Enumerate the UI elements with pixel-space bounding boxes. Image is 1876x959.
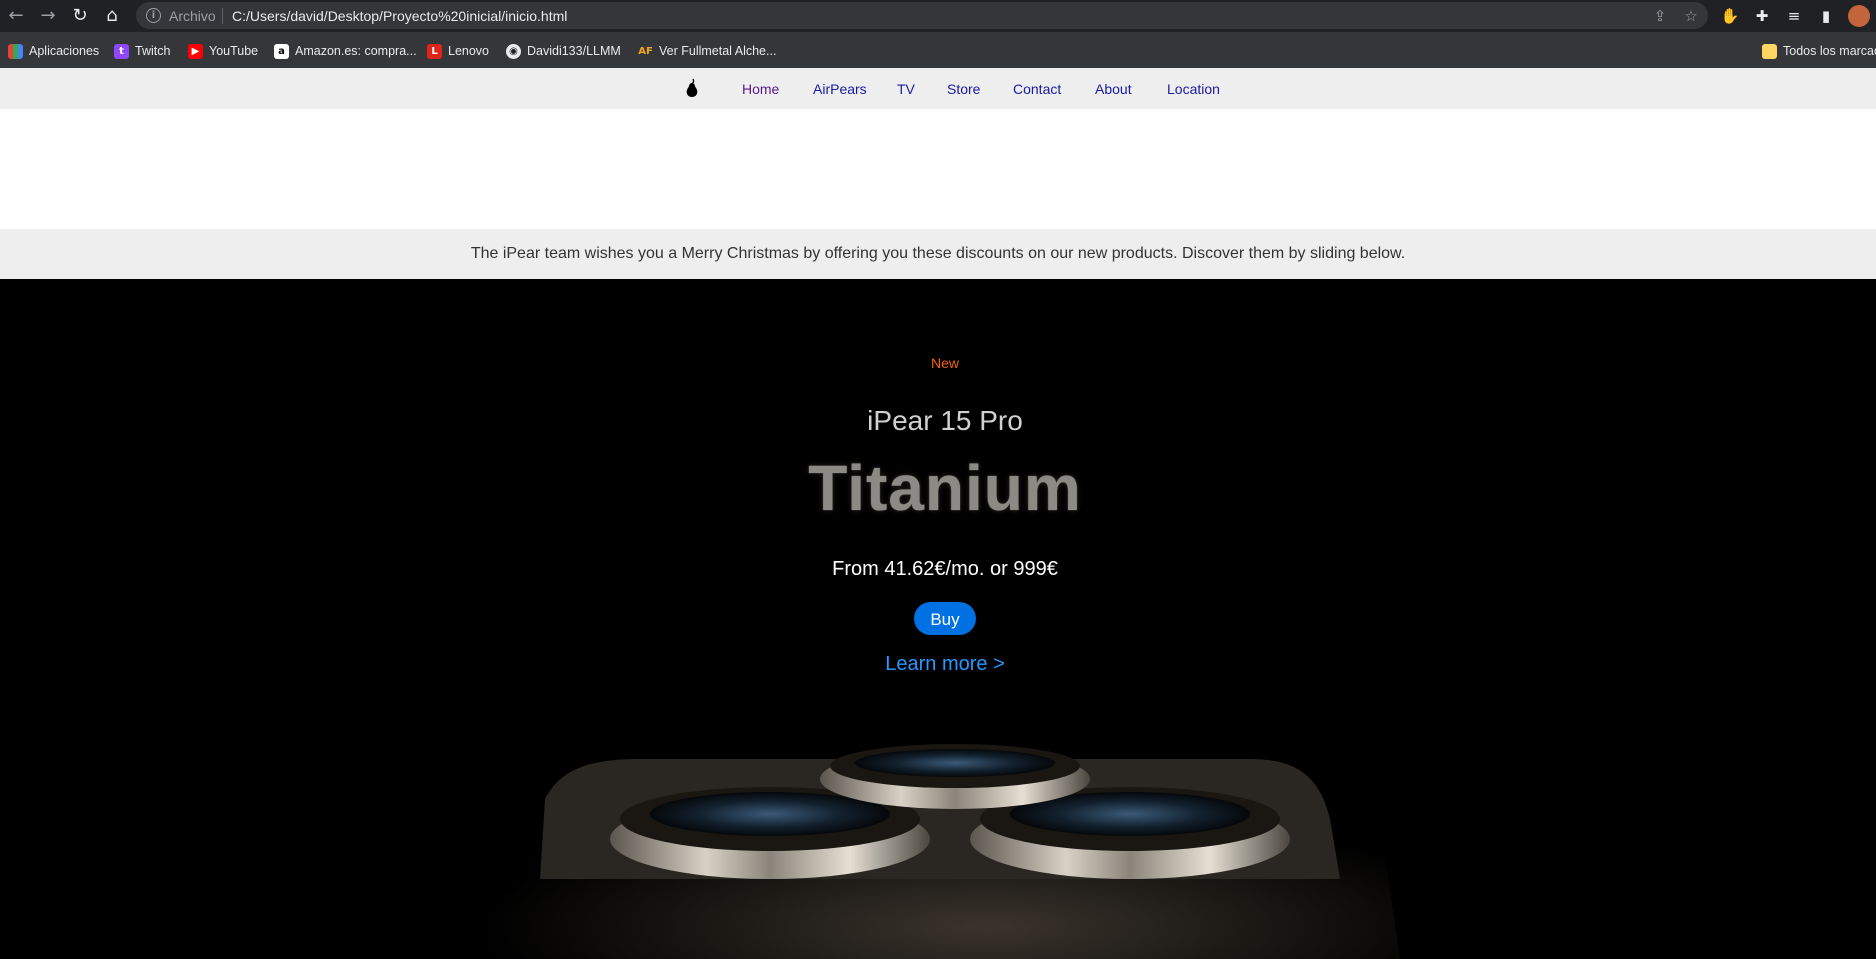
omnibox-label: Archivo [169, 8, 216, 24]
bookmark-label: Twitch [135, 44, 171, 58]
media-queue-icon[interactable]: ≡ [1784, 6, 1804, 26]
bookmark-lenovo[interactable]: L Lenovo [427, 41, 489, 61]
adblock-hand-icon[interactable]: ✋ [1720, 6, 1740, 26]
youtube-icon: ▶ [188, 43, 203, 59]
bookmark-fullmetal[interactable]: AF Ver Fullmetal Alche... [638, 41, 776, 61]
address-bar[interactable]: i Archivo C:/Users/david/Desktop/Proyect… [136, 2, 1708, 29]
back-arrow-icon[interactable]: ← [4, 4, 28, 28]
bookmark-label: Todos los marcad [1783, 44, 1876, 58]
info-icon[interactable]: i [146, 8, 161, 23]
bookmarks-bar: Aplicaciones t Twitch ▶ YouTube a Amazon… [0, 32, 1876, 68]
home-icon[interactable]: ⌂ [100, 4, 124, 28]
amazon-icon: a [274, 43, 289, 59]
bookmark-label: Ver Fullmetal Alche... [659, 44, 777, 58]
nav-link-about[interactable]: About [1095, 81, 1132, 97]
christmas-banner: The iPear team wishes you a Merry Christ… [0, 229, 1876, 279]
apps-grid-icon [8, 43, 23, 59]
banner-text: The iPear team wishes you a Merry Christ… [470, 245, 1406, 262]
browser-toolbar: ← → ↻ ⌂ i Archivo C:/Users/david/Desktop… [0, 0, 1876, 32]
twitch-icon: t [114, 43, 129, 59]
nav-link-airpears[interactable]: AirPears [813, 81, 867, 97]
lenovo-icon: L [427, 43, 442, 59]
bookmark-amazon[interactable]: a Amazon.es: compra... [274, 41, 417, 61]
bookmark-label: Davidi133/LLMM [527, 44, 621, 58]
af-icon: AF [638, 43, 653, 59]
nav-link-store[interactable]: Store [947, 81, 980, 97]
profile-avatar[interactable] [1848, 5, 1870, 27]
github-icon: ◉ [506, 43, 521, 59]
bookmark-youtube[interactable]: ▶ YouTube [188, 41, 258, 61]
new-badge: New [930, 355, 959, 371]
bookmark-github[interactable]: ◉ Davidi133/LLMM [506, 41, 621, 61]
bookmark-label: Amazon.es: compra... [295, 44, 417, 58]
bookmark-aplicaciones[interactable]: Aplicaciones [8, 41, 99, 61]
bookmark-label: Aplicaciones [29, 44, 100, 58]
bookmark-label: YouTube [209, 44, 259, 58]
bookmark-twitch[interactable]: t Twitch [114, 41, 170, 61]
nav-link-contact[interactable]: Contact [1013, 81, 1061, 97]
nav-link-tv[interactable]: TV [897, 81, 915, 97]
side-panel-icon[interactable]: ▮ [1816, 6, 1836, 26]
page-spacer [0, 109, 1876, 229]
titanium-heading: Titanium [808, 452, 1082, 524]
bookmark-all-bookmarks[interactable]: Todos los marcad [1762, 41, 1876, 61]
reload-icon[interactable]: ↻ [68, 4, 92, 28]
site-navbar: Home AirPears TV Store Contact About Loc… [0, 68, 1876, 109]
url-text[interactable]: C:/Users/david/Desktop/Proyecto%20inicia… [232, 8, 567, 24]
forward-arrow-icon[interactable]: → [36, 4, 60, 28]
nav-link-home[interactable]: Home [742, 81, 779, 97]
extensions-puzzle-icon[interactable]: ✚ [1752, 6, 1772, 26]
omnibox-separator [222, 8, 223, 24]
pear-logo-icon[interactable] [683, 78, 701, 98]
folder-icon [1762, 43, 1777, 59]
share-icon[interactable]: ⇪ [1650, 6, 1670, 26]
product-title: iPear 15 Pro [867, 405, 1023, 436]
buy-button[interactable]: Buy [914, 602, 976, 635]
hero-section: New iPear 15 Pro Titanium From 41.62€/mo… [0, 279, 1876, 959]
bookmark-label: Lenovo [448, 44, 490, 58]
star-icon[interactable]: ☆ [1681, 6, 1701, 26]
learn-more-link[interactable]: Learn more > [0, 653, 1876, 676]
price-text: From 41.62€/mo. or 999€ [832, 558, 1058, 580]
nav-link-location[interactable]: Location [1167, 81, 1220, 97]
